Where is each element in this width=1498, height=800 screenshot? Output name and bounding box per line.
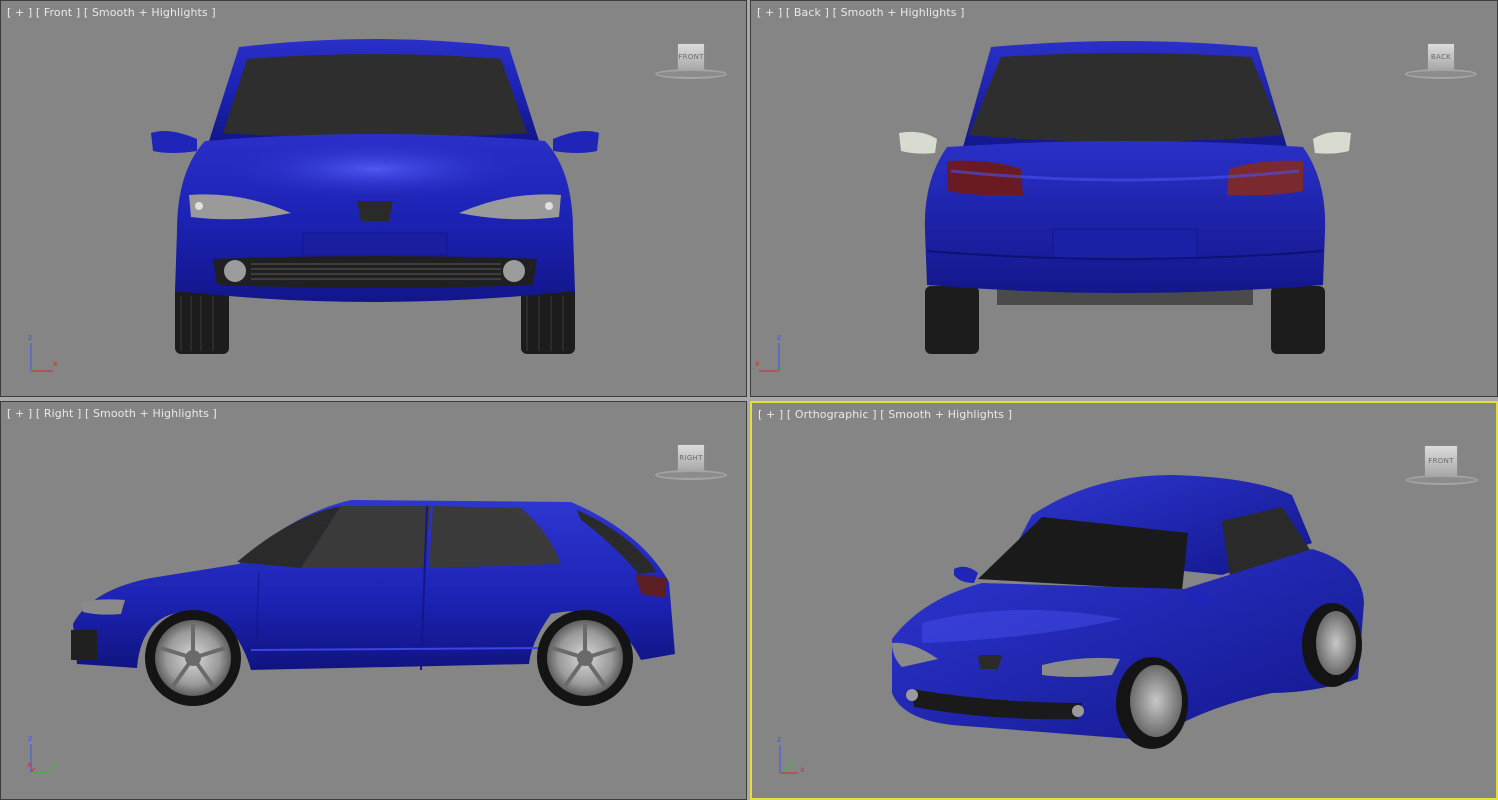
axis-gizmo: z y x xyxy=(776,735,824,785)
axis-gizmo: z x xyxy=(27,333,75,383)
axis-label-x: x xyxy=(27,760,32,769)
viewport-back[interactable]: [ + ] [ Back ] [ Smooth + Highlights ] B… xyxy=(750,0,1498,397)
axis-label-z: z xyxy=(28,734,33,743)
axis-label-z: z xyxy=(777,333,782,342)
axis-gizmo: z x y xyxy=(27,734,75,784)
axis-label-x: x xyxy=(755,359,760,368)
car-model-perspective-view[interactable] xyxy=(752,403,1498,800)
viewport-orthographic[interactable]: [ + ] [ Orthographic ] [ Smooth + Highli… xyxy=(750,401,1498,800)
car-model-front-view[interactable] xyxy=(1,1,747,397)
axis-label-y: y xyxy=(53,760,58,769)
car-model-back-view[interactable] xyxy=(751,1,1498,397)
axis-gizmo: z x xyxy=(755,333,803,383)
axis-label-y: y xyxy=(790,755,795,764)
axis-label-z: z xyxy=(777,735,782,744)
axis-label-x: x xyxy=(800,765,805,774)
viewport-right[interactable]: [ + ] [ Right ] [ Smooth + Highlights ] … xyxy=(0,401,747,800)
axis-label-z: z xyxy=(28,333,33,342)
car-model-side-view[interactable] xyxy=(1,402,747,800)
viewport-front[interactable]: [ + ] [ Front ] [ Smooth + Highlights ] … xyxy=(0,0,747,397)
axis-label-x: x xyxy=(53,359,58,368)
